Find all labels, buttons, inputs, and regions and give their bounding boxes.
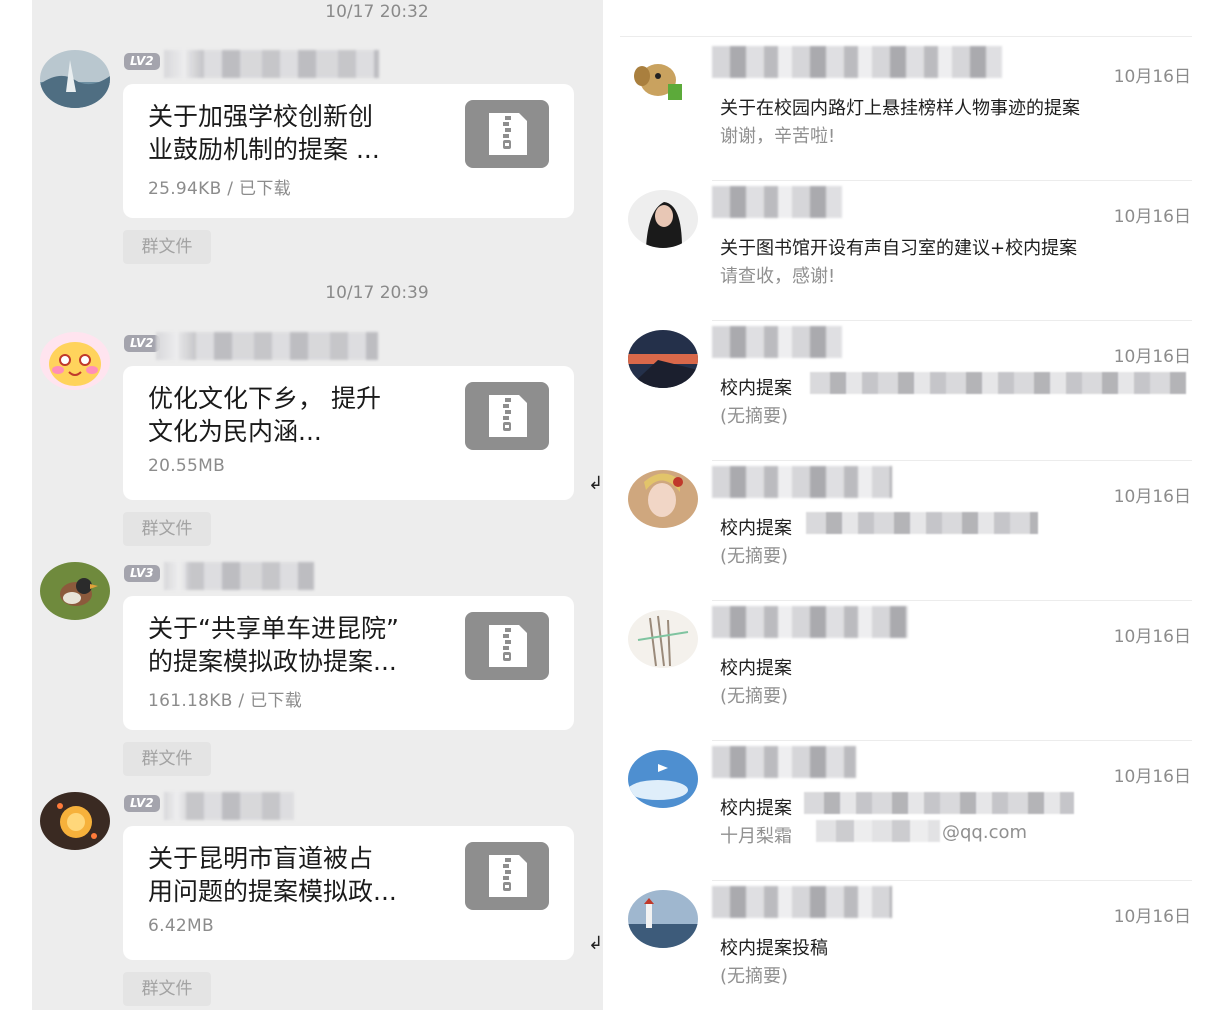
file-card[interactable]: 关于加强学校创新创 业鼓励机制的提案 ... 25.94KB / 已下载 bbox=[123, 84, 574, 218]
file-title: 关于“共享单车进昆院” 的提案模拟政协提案... bbox=[148, 614, 399, 676]
mail-date: 10月16日 bbox=[1113, 487, 1191, 507]
mail-subject: 关于在校园内路灯上悬挂榜样人物事迹的提案 bbox=[720, 98, 1080, 119]
blurred-sender-name bbox=[156, 332, 378, 360]
message-timestamp: 10/17 20:32 bbox=[325, 2, 429, 22]
blurred-subject bbox=[806, 512, 1038, 534]
mail-subject: 关于图书馆开设有声自习室的建议+校内提案 bbox=[720, 238, 1078, 259]
mail-date: 10月16日 bbox=[1113, 207, 1191, 227]
cartoon-cat-avatar-icon[interactable] bbox=[40, 332, 110, 390]
file-title: 关于昆明市盲道被占 用问题的提案模拟政... bbox=[148, 844, 397, 906]
divider bbox=[712, 460, 1192, 461]
mail-date: 10月16日 bbox=[1113, 347, 1191, 367]
file-card[interactable]: 优化文化下乡， 提升 文化为民内涵... 20.55MB bbox=[123, 366, 574, 500]
mail-subject: 校内提案投稿 bbox=[720, 938, 828, 959]
blurred-sender-name bbox=[712, 466, 892, 498]
mail-item[interactable]: 10月16日 校内提案 (无摘要) bbox=[620, 600, 1223, 740]
message-timestamp: 10/17 20:39 bbox=[325, 283, 429, 303]
download-arrow-icon: ↲ bbox=[588, 473, 604, 494]
mail-item[interactable]: 10月16日 关于在校园内路灯上悬挂榜样人物事迹的提案 谢谢，辛苦啦! bbox=[620, 40, 1223, 180]
landscape-avatar-icon[interactable] bbox=[40, 50, 110, 108]
blurred-sender-name bbox=[164, 50, 379, 78]
file-title: 关于加强学校创新创 业鼓励机制的提案 ... bbox=[148, 102, 380, 164]
blurred-sender-name bbox=[712, 746, 856, 778]
blurred-sender-name bbox=[712, 326, 842, 358]
sky-avatar-icon bbox=[628, 750, 698, 808]
blurred-summary bbox=[816, 820, 940, 842]
blurred-sender-name bbox=[164, 792, 294, 820]
bird-avatar-icon[interactable] bbox=[40, 562, 110, 620]
mail-item[interactable]: 10月16日 校内提案 (无摘要) bbox=[620, 460, 1223, 600]
mail-item[interactable]: 10月16日 关于图书馆开设有声自习室的建议+校内提案 请查收，感谢! bbox=[620, 180, 1223, 320]
mail-summary: (无摘要) bbox=[720, 686, 789, 707]
blurred-subject bbox=[810, 372, 1186, 394]
mail-summary: 十月梨霜 bbox=[720, 826, 792, 847]
mail-subject: 校内提案 bbox=[720, 658, 792, 679]
mail-subject: 校内提案 bbox=[720, 798, 792, 819]
chat-message: LV2 关于加强学校创新创 业鼓励机制的提案 ... 25.94KB / 已下载… bbox=[32, 50, 603, 280]
mail-subject: 校内提案 bbox=[720, 378, 792, 399]
mail-list-panel: 10月16日 关于在校园内路灯上悬挂榜样人物事迹的提案 谢谢，辛苦啦! 10月1… bbox=[620, 0, 1223, 1021]
mail-subject: 校内提案 bbox=[720, 518, 792, 539]
mail-date: 10月16日 bbox=[1113, 767, 1191, 787]
group-file-tag[interactable]: 群文件 bbox=[123, 230, 211, 264]
file-meta: 20.55MB bbox=[148, 456, 226, 476]
chat-message: LV3 关于“共享单车进昆院” 的提案模拟政协提案... 161.18KB / … bbox=[32, 562, 603, 792]
zip-file-icon bbox=[465, 842, 549, 910]
mail-summary-email-suffix: @qq.com bbox=[942, 822, 1028, 843]
lighthouse-avatar-icon bbox=[628, 890, 698, 948]
zip-file-icon bbox=[465, 612, 549, 680]
level-badge: LV2 bbox=[124, 335, 160, 352]
level-badge: LV2 bbox=[124, 53, 160, 70]
download-arrow-icon: ↲ bbox=[588, 933, 604, 954]
person-avatar-icon bbox=[628, 190, 698, 248]
mail-item[interactable]: 10月16日 校内提案 十月梨霜 @qq.com bbox=[620, 740, 1223, 880]
mail-item[interactable]: 10月16日 校内提案投稿 (无摘要) bbox=[620, 880, 1223, 1020]
divider bbox=[712, 320, 1192, 321]
blurred-sender-name bbox=[712, 886, 892, 918]
blurred-sender-name bbox=[712, 186, 842, 218]
file-meta: 161.18KB / 已下载 bbox=[148, 691, 303, 711]
group-file-tag[interactable]: 群文件 bbox=[123, 972, 211, 1006]
mail-item[interactable]: 10月16日 校内提案 (无摘要) bbox=[620, 320, 1223, 460]
file-card[interactable]: 关于“共享单车进昆院” 的提案模拟政协提案... 161.18KB / 已下载 bbox=[123, 596, 574, 730]
group-chat-panel: 10/17 20:32 LV2 关于加强学校创新创 业鼓励机制的提案 ... 2… bbox=[32, 0, 603, 1010]
girl-avatar-icon bbox=[628, 470, 698, 528]
file-meta: 6.42MB bbox=[148, 916, 214, 936]
mail-summary: (无摘要) bbox=[720, 406, 789, 427]
sunset-avatar-icon bbox=[628, 330, 698, 388]
mail-summary: (无摘要) bbox=[720, 966, 789, 987]
chat-message: LV2 关于昆明市盲道被占 用问题的提案模拟政... 6.42MB 群文件 bbox=[32, 792, 603, 1010]
blurred-sender-name bbox=[712, 606, 908, 638]
level-badge: LV2 bbox=[124, 795, 160, 812]
mail-date: 10月16日 bbox=[1113, 67, 1191, 87]
divider bbox=[712, 740, 1192, 741]
divider bbox=[712, 880, 1192, 881]
cartoon-elephant-avatar-icon bbox=[628, 50, 698, 108]
file-meta: 25.94KB / 已下载 bbox=[148, 179, 291, 199]
zip-file-icon bbox=[465, 382, 549, 450]
mail-date: 10月16日 bbox=[1113, 907, 1191, 927]
group-file-tag[interactable]: 群文件 bbox=[123, 742, 211, 776]
divider bbox=[712, 180, 1192, 181]
chat-message: LV2 优化文化下乡， 提升 文化为民内涵... 20.55MB 群文件 bbox=[32, 332, 603, 562]
blurred-sender-name bbox=[712, 46, 1002, 78]
file-card[interactable]: 关于昆明市盲道被占 用问题的提案模拟政... 6.42MB bbox=[123, 826, 574, 960]
mail-summary: (无摘要) bbox=[720, 546, 789, 567]
mail-date: 10月16日 bbox=[1113, 627, 1191, 647]
level-badge: LV3 bbox=[124, 565, 160, 582]
sketch-avatar-icon bbox=[628, 610, 698, 668]
file-title: 优化文化下乡， 提升 文化为民内涵... bbox=[148, 384, 381, 446]
mail-summary: 谢谢，辛苦啦! bbox=[720, 126, 836, 147]
group-file-tag[interactable]: 群文件 bbox=[123, 512, 211, 546]
zip-file-icon bbox=[465, 100, 549, 168]
divider bbox=[712, 600, 1192, 601]
mail-summary: 请查收，感谢! bbox=[720, 266, 836, 287]
divider bbox=[620, 36, 1192, 37]
sun-avatar-icon[interactable] bbox=[40, 792, 110, 850]
blurred-sender-name bbox=[164, 562, 314, 590]
blurred-subject bbox=[804, 792, 1074, 814]
